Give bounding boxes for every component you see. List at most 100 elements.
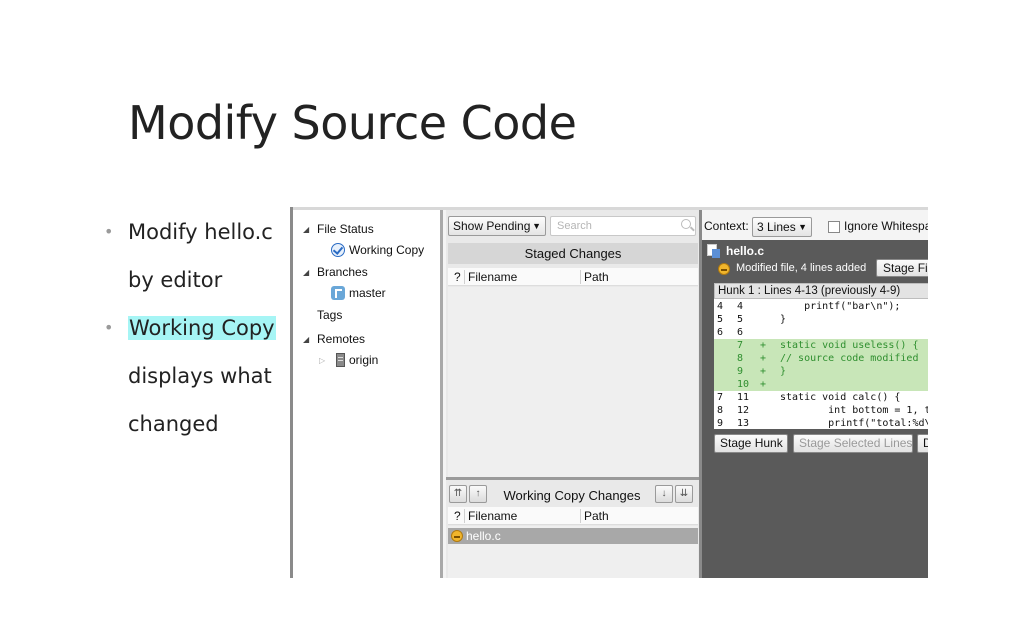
tree-remote-origin[interactable]: ▷ origin (319, 351, 378, 369)
new-line-number: 9 (737, 366, 744, 377)
staged-column-header: ? Filename Path (448, 268, 698, 286)
diff-marker: + (760, 366, 767, 377)
col-status[interactable]: ? (454, 268, 461, 286)
tree-label: Branches (317, 265, 368, 279)
expand-triangle-icon[interactable]: ◢ (303, 268, 317, 277)
new-line-number: 11 (737, 392, 750, 403)
bullet-text: displays what (128, 364, 272, 388)
diff-file-header: hello.c Modified file, 4 lines added Sta… (702, 240, 928, 280)
dropdown-arrow-icon: ▼ (532, 221, 541, 231)
unstage-selected-icon[interactable]: ↑ (469, 485, 487, 503)
new-line-number: 12 (737, 405, 750, 416)
stage-all-icon[interactable]: ⇊ (675, 485, 693, 503)
show-pending-dropdown[interactable]: Show Pending ▼ (448, 216, 546, 236)
unstage-all-icon[interactable]: ⇈ (449, 485, 467, 503)
col-path[interactable]: Path (584, 268, 609, 286)
working-file-row[interactable]: hello.c (448, 528, 698, 544)
stage-file-button[interactable]: Stage File (876, 259, 928, 277)
tree-working-copy[interactable]: Working Copy (331, 241, 424, 259)
dropdown-value: 3 Lines (757, 220, 796, 234)
code-text: } (780, 366, 787, 377)
discard-button[interactable]: D (917, 434, 928, 453)
diff-file-name: hello.c (726, 244, 765, 258)
search-icon (681, 219, 691, 229)
code-text: static void useless() { (780, 340, 919, 351)
slide-title: Modify Source Code (128, 96, 577, 150)
bullet-item: • Working Copy (104, 304, 294, 352)
modified-status-icon (718, 263, 730, 275)
code-line[interactable]: 4 4 printf("bar\n"); (714, 300, 928, 313)
diff-marker: + (760, 353, 767, 364)
checkmark-icon (331, 243, 345, 257)
column-divider (464, 509, 465, 523)
code-line[interactable]: 9 13 printf("total:%d\n (714, 417, 928, 429)
new-line-number: 10 (737, 379, 750, 390)
working-copy-changes-header: Working Copy Changes (503, 488, 641, 503)
highlighted-text: Working Copy (128, 316, 276, 340)
diff-marker: + (760, 340, 767, 351)
old-line-number: 6 (717, 327, 724, 338)
code-line[interactable]: 8 12 int bottom = 1, to (714, 404, 928, 417)
old-line-number: 7 (717, 392, 724, 403)
ignore-whitespace-checkbox[interactable] (828, 221, 840, 233)
search-placeholder: Search (557, 220, 592, 232)
old-line-number: 8 (717, 405, 724, 416)
code-text: // source code modified (780, 353, 919, 364)
expand-triangle-icon[interactable]: ◢ (303, 335, 317, 344)
stage-selected-lines-button[interactable]: Stage Selected Lines (793, 434, 913, 453)
bullet-item: • Modify hello.c (104, 208, 294, 256)
col-filename[interactable]: Filename (468, 507, 517, 525)
tree-label: File Status (317, 222, 374, 236)
ignore-whitespace-label: Ignore Whitespa (844, 219, 928, 233)
diff-file-status: Modified file, 4 lines added (736, 262, 867, 274)
column-divider (580, 509, 581, 523)
file-icon (707, 244, 720, 258)
code-text: int bottom = 1, to (780, 405, 928, 416)
old-line-number: 4 (717, 301, 724, 312)
file-name: hello.c (466, 529, 501, 543)
new-line-number: 5 (737, 314, 744, 325)
old-line-number: 5 (717, 314, 724, 325)
bullet-text-continued: by editor (104, 256, 294, 304)
collapsed-triangle-icon[interactable]: ▷ (319, 356, 333, 365)
tree-tags[interactable]: Tags (317, 306, 342, 324)
stage-selected-icon[interactable]: ↓ (655, 485, 673, 503)
modified-status-icon (451, 530, 463, 542)
tree-label: Tags (317, 308, 343, 322)
bullet-text: changed (128, 412, 219, 436)
added-code-line[interactable]: 7 + static void useless() { (714, 339, 928, 352)
code-line[interactable]: 66 (714, 326, 928, 339)
dropdown-value: Show Pending (453, 219, 531, 233)
tree-branches[interactable]: ◢ Branches (303, 263, 368, 281)
diff-marker: + (760, 379, 767, 390)
working-column-header: ? Filename Path (448, 507, 698, 525)
added-code-line[interactable]: 8 + // source code modified (714, 352, 928, 365)
col-filename[interactable]: Filename (468, 268, 517, 286)
staged-file-list[interactable] (448, 287, 698, 477)
new-line-number: 7 (737, 340, 744, 351)
code-line[interactable]: 7 11 static void calc() { (714, 391, 928, 404)
diff-pane: Context: 3 Lines ▼ Ignore Whitespa hello… (702, 210, 928, 578)
tree-branch-master[interactable]: master (331, 284, 386, 302)
tree-label: Remotes (317, 332, 366, 346)
new-line-number: 6 (737, 327, 744, 338)
tree-file-status[interactable]: ◢ File Status (303, 220, 374, 238)
bullet-dot-icon: • (104, 222, 114, 241)
col-path[interactable]: Path (584, 507, 609, 525)
context-lines-dropdown[interactable]: 3 Lines ▼ (752, 217, 812, 237)
pane-splitter[interactable] (446, 477, 699, 480)
bullet-text-continued: displays what (104, 352, 294, 400)
tree-remotes[interactable]: ◢ Remotes (303, 330, 365, 348)
expand-triangle-icon[interactable]: ◢ (303, 225, 317, 234)
added-code-line[interactable]: 10 + (714, 378, 928, 391)
code-text: printf("total:%d\n (780, 418, 928, 429)
search-input[interactable]: Search (550, 216, 696, 236)
added-code-line[interactable]: 9 +} (714, 365, 928, 378)
diff-toolbar: Context: 3 Lines ▼ Ignore Whitespa (702, 210, 928, 240)
stage-hunk-button[interactable]: Stage Hunk (714, 434, 788, 453)
old-line-number: 9 (717, 418, 724, 429)
diff-hunk: Hunk 1 : Lines 4-13 (previously 4-9) 4 4 … (714, 283, 928, 429)
col-status[interactable]: ? (454, 507, 461, 525)
bullet-text: by editor (128, 268, 223, 292)
code-line[interactable]: 5 5} (714, 313, 928, 326)
